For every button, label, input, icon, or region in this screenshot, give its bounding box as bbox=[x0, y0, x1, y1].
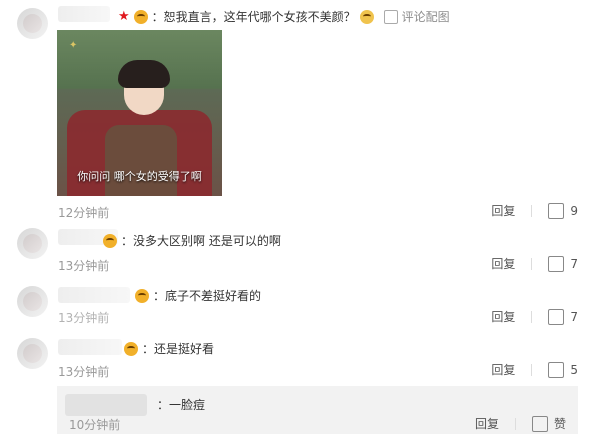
hair bbox=[118, 60, 170, 88]
image-caption: 你问问 哪个女的受得了啊 bbox=[77, 170, 202, 183]
logo: ✦ bbox=[69, 40, 79, 51]
emoji-face-icon bbox=[103, 233, 117, 248]
emoji-face-icon bbox=[135, 288, 149, 303]
divider bbox=[531, 204, 533, 217]
red-star-icon: ★ bbox=[118, 9, 130, 24]
divider bbox=[531, 257, 533, 270]
username-blur bbox=[58, 287, 130, 303]
like-count: 5 bbox=[570, 362, 578, 377]
like-button[interactable]: 赞 bbox=[531, 415, 566, 432]
divider bbox=[531, 310, 533, 323]
comment-page: ★ ：恕我直言，这年代哪个女孩不美颜？ 评论配图 ✦ 你问问 哪个女的受得了啊 … bbox=[0, 0, 596, 434]
comment-time: 13分钟前 bbox=[58, 311, 110, 325]
reply-text: ：一脸痘 bbox=[157, 398, 206, 412]
thumb-up-icon bbox=[548, 255, 565, 272]
comment-text: ：恕我直言，这年代哪个女孩不美颜？ bbox=[151, 10, 356, 24]
avatar[interactable] bbox=[17, 286, 48, 317]
reply-time: 10分钟前 bbox=[69, 418, 121, 432]
comment-time: 13分钟前 bbox=[58, 259, 110, 273]
comment-text: ：还是挺好看 bbox=[142, 342, 215, 356]
comment-image[interactable]: ✦ 你问问 哪个女的受得了啊 bbox=[57, 30, 222, 196]
comment-actions: 回复 9 bbox=[491, 202, 578, 219]
thumb-up-icon bbox=[548, 361, 565, 378]
reply-button[interactable]: 回复 bbox=[491, 361, 515, 378]
nested-reply: ：一脸痘 10分钟前 回复 赞 bbox=[57, 386, 578, 434]
comment-line: ：还是挺好看 bbox=[124, 340, 214, 357]
avatar[interactable] bbox=[17, 228, 48, 259]
shirt bbox=[105, 125, 177, 196]
comment-actions: 回复 5 bbox=[491, 361, 578, 378]
avatar[interactable] bbox=[17, 8, 48, 39]
comment-text: ：底子不差挺好看的 bbox=[153, 289, 262, 303]
username-blur bbox=[65, 394, 147, 416]
reply-button[interactable]: 回复 bbox=[491, 255, 515, 272]
reply-button[interactable]: 回复 bbox=[491, 202, 515, 219]
divider bbox=[531, 363, 533, 376]
divider bbox=[514, 417, 516, 430]
reply-actions: 回复 赞 bbox=[475, 415, 566, 432]
avatar[interactable] bbox=[17, 338, 48, 369]
like-button[interactable]: 5 bbox=[548, 361, 578, 378]
emoji-face-icon bbox=[133, 9, 148, 24]
comment-line: ：底子不差挺好看的 bbox=[135, 287, 261, 304]
like-count: 7 bbox=[570, 309, 578, 324]
emoji-face-icon bbox=[359, 9, 374, 24]
comment-actions: 回复 7 bbox=[491, 255, 578, 272]
comment-actions: 回复 7 bbox=[491, 308, 578, 325]
like-button[interactable]: 9 bbox=[548, 202, 578, 219]
comment-line: ：没多大区别啊 还是可以的啊 bbox=[103, 232, 281, 249]
like-label: 赞 bbox=[553, 417, 566, 431]
like-count: 7 bbox=[570, 256, 578, 271]
comment-time: 12分钟前 bbox=[58, 206, 110, 220]
emoji-face-icon bbox=[124, 341, 138, 356]
username-blur bbox=[58, 6, 110, 22]
like-count: 9 bbox=[570, 203, 578, 218]
pencil-icon bbox=[383, 9, 398, 24]
username-blur bbox=[58, 339, 122, 355]
like-button[interactable]: 7 bbox=[548, 255, 578, 272]
comment-image-link[interactable]: 评论配图 bbox=[402, 8, 450, 25]
comment-time: 13分钟前 bbox=[58, 365, 110, 379]
comment-text: ：没多大区别啊 还是可以的啊 bbox=[121, 234, 281, 248]
reply-button[interactable]: 回复 bbox=[475, 415, 499, 432]
like-button[interactable]: 7 bbox=[548, 308, 578, 325]
thumb-up-icon bbox=[531, 415, 548, 432]
comment-line: ★ ：恕我直言，这年代哪个女孩不美颜？ 评论配图 bbox=[118, 8, 450, 25]
thumb-up-icon bbox=[548, 202, 565, 219]
reply-button[interactable]: 回复 bbox=[491, 308, 515, 325]
thumb-up-icon bbox=[548, 308, 565, 325]
